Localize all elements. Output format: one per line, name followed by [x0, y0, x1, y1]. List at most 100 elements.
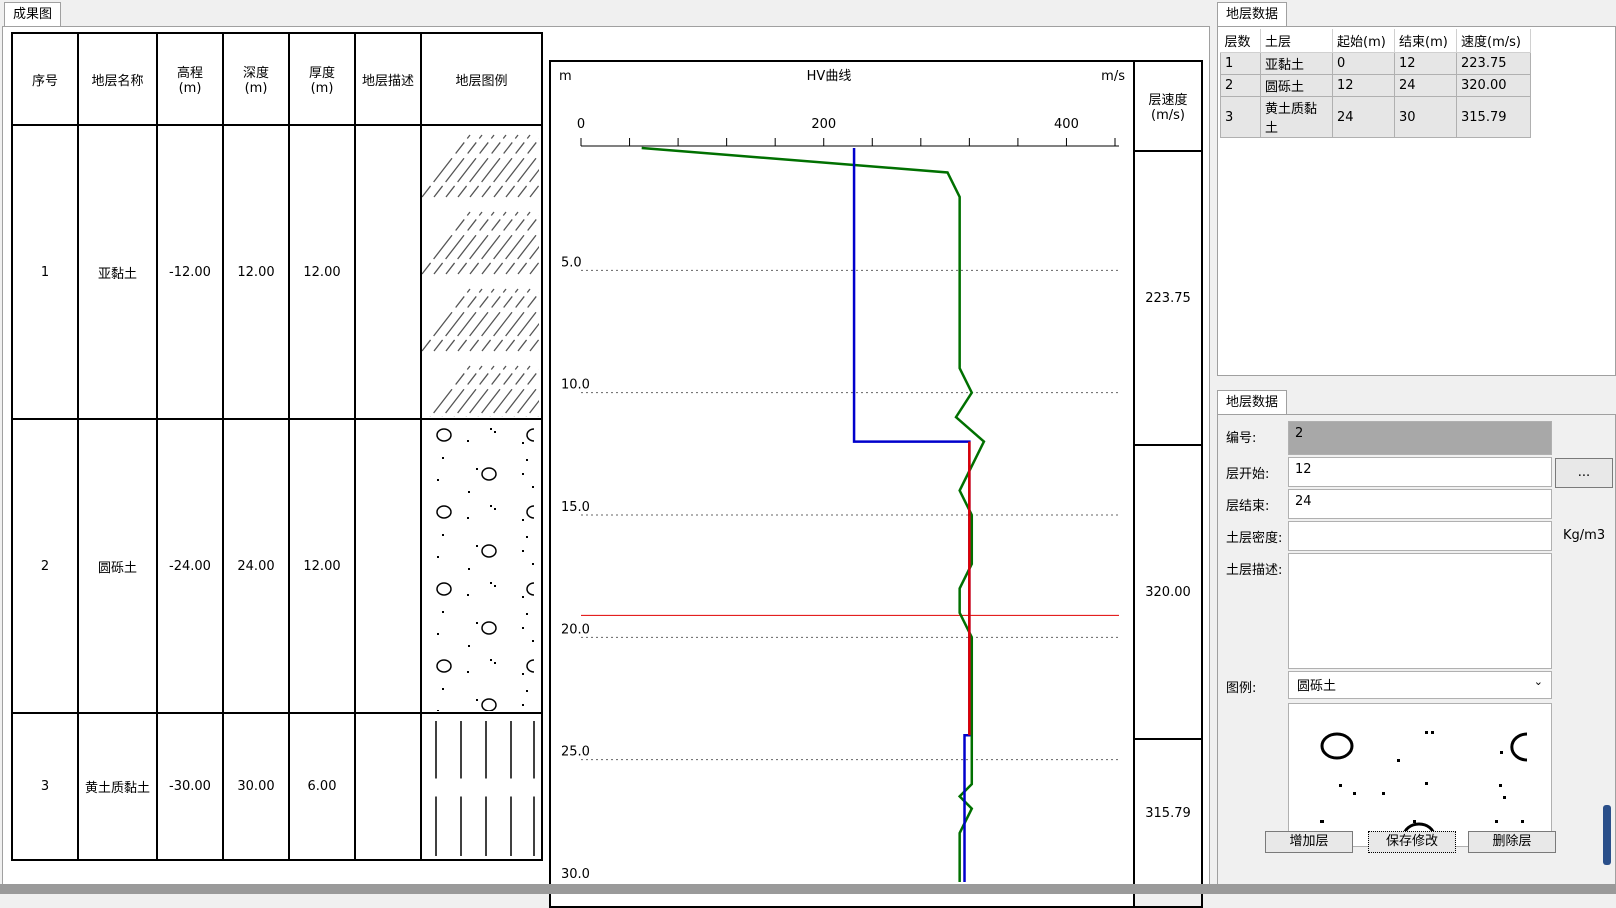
- strata-row: 3 黄土质黏土 -30.00 30.00 6.00: [11, 712, 543, 861]
- grid-header[interactable]: 层数: [1220, 29, 1261, 53]
- velocity-header: 层速度 (m/s): [1135, 62, 1201, 152]
- result-chart-panel: 序号 地层名称 高程 (m) 深度 (m) 厚度 (m) 地层描述 地层图例 1 亚黏土 -12…: [2, 26, 1210, 908]
- cell-thick: 12.00: [288, 418, 356, 714]
- grid-cell[interactable]: 黄土质黏土: [1260, 96, 1333, 138]
- y-tick-label: 5.0: [561, 255, 582, 270]
- legend-select-value: 圆砾土: [1297, 679, 1337, 694]
- density-unit: Kg/m3: [1563, 528, 1606, 543]
- x-tick-label: 0: [577, 117, 585, 132]
- grid-row[interactable]: 2 圆砾土 12 24 320.00: [1220, 74, 1531, 97]
- legend-select[interactable]: 圆砾土 ⌄: [1288, 671, 1552, 699]
- desc-label: 土层描述:: [1226, 563, 1283, 578]
- cell-depth: 12.00: [222, 124, 290, 420]
- header-elevation: 高程 (m): [156, 32, 224, 126]
- legend-pattern-cell: [420, 124, 543, 420]
- tab-strata-data-top[interactable]: 地层数据: [1217, 2, 1288, 26]
- grid-row[interactable]: 3 黄土质黏土 24 30 315.79: [1220, 96, 1531, 138]
- grid-cell[interactable]: 0: [1332, 52, 1395, 75]
- grid-cell[interactable]: 亚黏土: [1260, 52, 1333, 75]
- cell-thick: 6.00: [288, 712, 356, 861]
- tab-result-chart[interactable]: 成果图: [4, 2, 62, 26]
- header-legend: 地层图例: [420, 32, 543, 126]
- grid-cell[interactable]: 1: [1220, 52, 1261, 75]
- grid-row[interactable]: 1 亚黏土 0 12 223.75: [1220, 52, 1531, 75]
- legend-label: 图例:: [1226, 681, 1257, 696]
- scrollbar-thumb[interactable]: [1603, 805, 1611, 865]
- cell-name: 亚黏土: [77, 124, 158, 420]
- y-tick-label: 15.0: [561, 500, 590, 515]
- cell-elev: -24.00: [156, 418, 224, 714]
- strata-grid-panel: 层数 土层 起始(m) 结束(m) 速度(m/s) 1 亚黏土 0 12 223.75 2 圆砾土 1…: [1217, 26, 1616, 376]
- cell-name: 黄土质黏土: [77, 712, 158, 861]
- cell-thick: 12.00: [288, 124, 356, 420]
- header-index: 序号: [11, 32, 79, 126]
- chevron-down-icon: ⌄: [1533, 675, 1543, 688]
- cell-elev: -12.00: [156, 124, 224, 420]
- velocity-cell: 223.75: [1135, 152, 1201, 446]
- grid-cell[interactable]: 320.00: [1456, 74, 1531, 97]
- add-layer-button[interactable]: 增加层: [1265, 831, 1353, 853]
- grid-cell[interactable]: 3: [1220, 96, 1261, 138]
- grid-header[interactable]: 土层: [1260, 29, 1333, 53]
- chart-x-unit: m/s: [1101, 69, 1125, 84]
- grid-cell[interactable]: 315.79: [1456, 96, 1531, 138]
- y-tick-label: 30.0: [561, 867, 590, 882]
- cell-desc: [354, 418, 422, 714]
- header-depth: 深度 (m): [222, 32, 290, 126]
- grid-header[interactable]: 起始(m): [1332, 29, 1395, 53]
- cell-no: 2: [11, 418, 79, 714]
- header-thickness: 厚度 (m): [288, 32, 356, 126]
- grid-cell[interactable]: 30: [1394, 96, 1457, 138]
- grid-cell[interactable]: 12: [1394, 52, 1457, 75]
- strata-row: 1 亚黏土 -12.00 12.00 12.00: [11, 124, 543, 420]
- density-label: 土层密度:: [1226, 531, 1283, 546]
- grid-header[interactable]: 速度(m/s): [1456, 29, 1531, 53]
- id-label: 编号:: [1226, 431, 1257, 446]
- delete-layer-button[interactable]: 删除层: [1468, 831, 1556, 853]
- gravel-pattern-preview: [1320, 731, 1528, 846]
- chart-title: HV曲线: [807, 69, 852, 84]
- legend-pattern-cell: [420, 712, 543, 861]
- tab-strata-data-form[interactable]: 地层数据: [1217, 390, 1288, 414]
- cell-depth: 24.00: [222, 418, 290, 714]
- strata-row: 2 圆砾土 -24.00 24.00 12.00: [11, 418, 543, 714]
- gravel-pattern: [436, 428, 535, 711]
- velocity-cell: 315.79: [1145, 806, 1191, 821]
- end-input[interactable]: 24: [1288, 489, 1552, 519]
- y-tick-label: 10.0: [561, 378, 590, 393]
- grid-cell[interactable]: 24: [1394, 74, 1457, 97]
- header-description: 地层描述: [354, 32, 422, 126]
- strata-edit-form: 编号: 2 层开始: 12 ... 层结束: 24 土层密度: Kg/m3 土层…: [1217, 414, 1616, 888]
- hv-curve-chart: m HV曲线 m/s 0 200 400 5.0 10.0 15.0 20.0 25.0 30.0: [549, 60, 1135, 908]
- strata-grid: 层数 土层 起始(m) 结束(m) 速度(m/s) 1 亚黏土 0 12 223.75 2 圆砾土 1…: [1220, 29, 1531, 138]
- y-tick-label: 20.0: [561, 622, 590, 637]
- cell-elev: -30.00: [156, 712, 224, 861]
- start-label: 层开始:: [1226, 467, 1270, 482]
- cell-desc: [354, 712, 422, 861]
- x-tick-label: 400: [1054, 117, 1079, 132]
- grid-cell[interactable]: 223.75: [1456, 52, 1531, 75]
- grid-cell[interactable]: 2: [1220, 74, 1261, 97]
- end-label: 层结束:: [1226, 499, 1270, 514]
- chart-y-unit: m: [559, 69, 572, 84]
- cell-no: 1: [11, 124, 79, 420]
- vertical-pattern: [435, 721, 535, 856]
- cell-no: 3: [11, 712, 79, 861]
- save-changes-button[interactable]: 保存修改: [1368, 831, 1456, 853]
- grid-cell[interactable]: 圆砾土: [1260, 74, 1333, 97]
- desc-textarea[interactable]: [1288, 553, 1552, 669]
- hv-curve-svg: m HV曲线 m/s 0 200 400 5.0 10.0 15.0 20.0 25.0 30.0: [559, 69, 1125, 882]
- start-input[interactable]: 12: [1288, 457, 1552, 487]
- cell-depth: 30.00: [222, 712, 290, 861]
- x-tick-label: 200: [811, 117, 836, 132]
- y-tick-label: 25.0: [561, 745, 590, 760]
- grid-header[interactable]: 结束(m): [1394, 29, 1457, 53]
- grid-cell[interactable]: 24: [1332, 96, 1395, 138]
- legend-pattern-cell: [420, 418, 543, 714]
- browse-button[interactable]: ...: [1555, 458, 1613, 488]
- id-field: 2: [1288, 421, 1552, 455]
- grid-cell[interactable]: 12: [1332, 74, 1395, 97]
- cell-name: 圆砾土: [77, 418, 158, 714]
- hatch-pattern: [423, 134, 539, 417]
- density-input[interactable]: [1288, 521, 1552, 551]
